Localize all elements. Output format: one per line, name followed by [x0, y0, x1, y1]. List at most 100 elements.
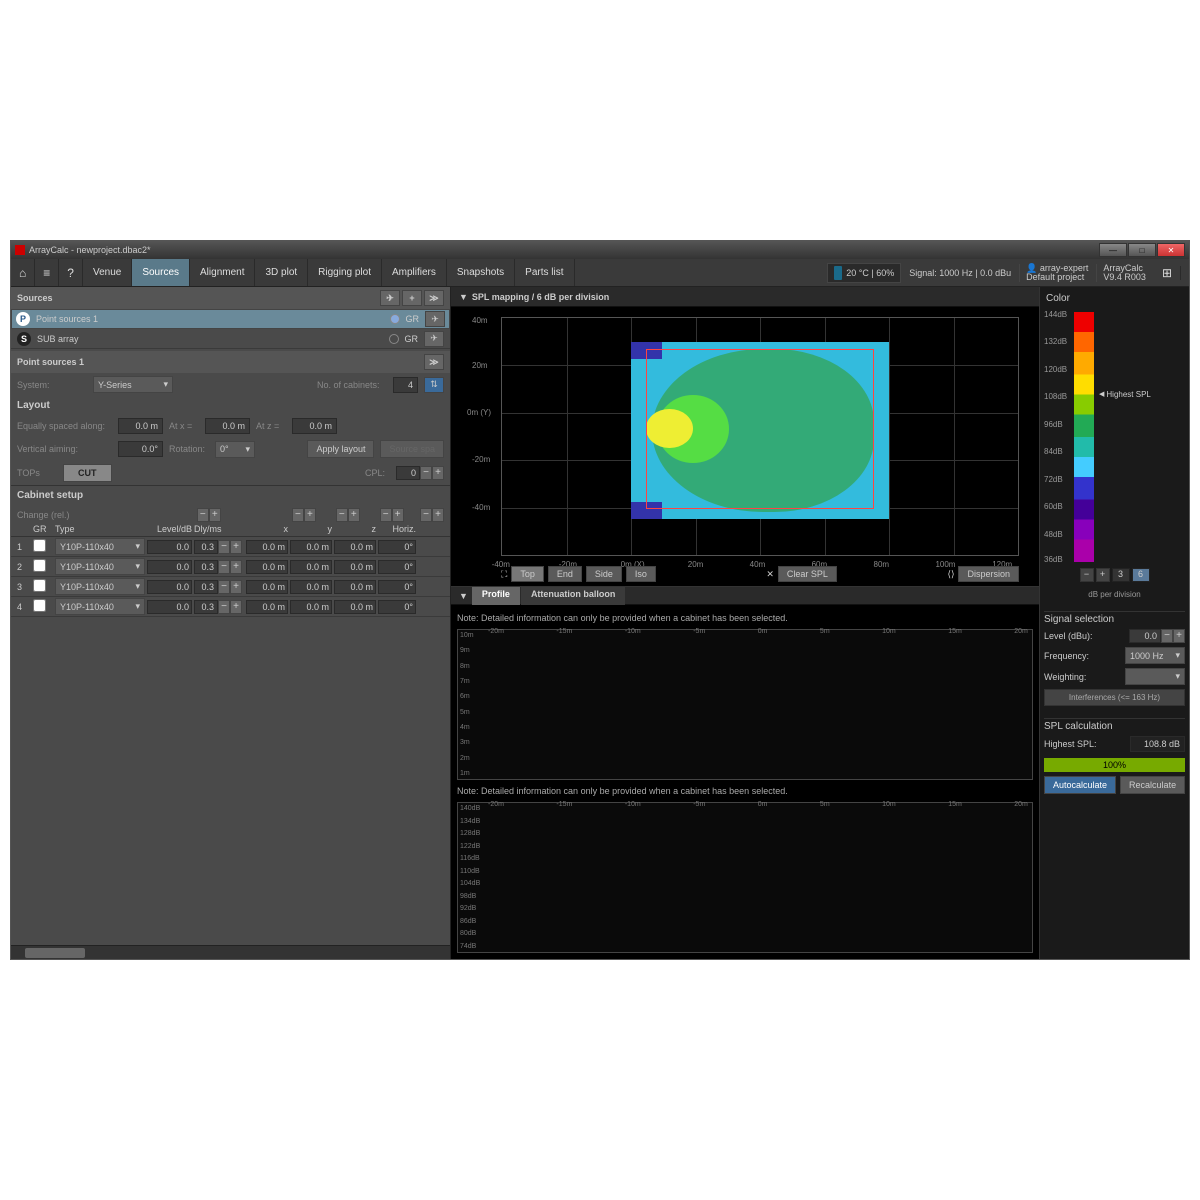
close-button[interactable]: ✕ — [1157, 243, 1185, 257]
atx-input[interactable]: 0.0 m — [205, 418, 250, 434]
tab-amplifiers[interactable]: Amplifiers — [382, 259, 447, 286]
tab-venue[interactable]: Venue — [83, 259, 132, 286]
mute-icon[interactable]: ✈ — [425, 311, 445, 327]
gr-indicator[interactable] — [389, 334, 399, 344]
hz-all-stepper[interactable]: −+ — [410, 508, 444, 522]
gr-checkbox[interactable] — [33, 559, 46, 572]
atz-input[interactable]: 0.0 m — [292, 418, 337, 434]
interferences-button[interactable]: Interferences (<= 163 Hz) — [1044, 689, 1185, 706]
delay-stepper[interactable]: 0.3−+ — [194, 560, 244, 574]
lvl-all-stepper[interactable]: −+ — [180, 508, 221, 522]
cabinets-adjust[interactable]: ⇅ — [424, 377, 444, 393]
view-top[interactable]: Top — [511, 566, 544, 582]
rot-select[interactable]: 0°▾ — [215, 441, 255, 458]
delay-stepper[interactable]: 0.3−+ — [194, 540, 244, 554]
div-6[interactable]: 6 — [1132, 568, 1150, 582]
y-input[interactable]: 0.0 m — [290, 600, 332, 614]
autocalc-button[interactable]: Autocalculate — [1044, 776, 1116, 794]
profile-chart-2[interactable]: 140dB134dB128dB122dB116dB110dB104dB98dB9… — [457, 802, 1033, 953]
level-input[interactable]: 0.0 — [147, 540, 192, 554]
div-plus[interactable]: + — [1096, 568, 1110, 582]
level-input[interactable]: 0.0 — [147, 600, 192, 614]
cabinet-row[interactable]: 1 Y10P-110x40▾ 0.0 0.3−+ 0.0 m 0.0 m 0.0… — [11, 537, 450, 557]
profile-chart-1[interactable]: 10m9m8m7m6m5m4m3m2m1m -20m-15m-10m-5m0m5… — [457, 629, 1033, 780]
z-all-stepper[interactable]: −+ — [366, 508, 404, 522]
cabinet-row[interactable]: 3 Y10P-110x40▾ 0.0 0.3−+ 0.0 m 0.0 m 0.0… — [11, 577, 450, 597]
z-input[interactable]: 0.0 m — [334, 560, 376, 574]
type-select[interactable]: Y10P-110x40▾ — [55, 578, 145, 595]
freq-select[interactable]: 1000 Hz▾ — [1125, 647, 1185, 664]
add-source-button[interactable]: + — [402, 290, 422, 306]
x-input[interactable]: 0.0 m — [246, 540, 288, 554]
cabinet-row[interactable]: 2 Y10P-110x40▾ 0.0 0.3−+ 0.0 m 0.0 m 0.0… — [11, 557, 450, 577]
horiz-input[interactable]: 0° — [378, 600, 416, 614]
y-input[interactable]: 0.0 m — [290, 540, 332, 554]
level-stepper[interactable]: 0.0−+ — [1129, 629, 1185, 643]
level-input[interactable]: 0.0 — [147, 560, 192, 574]
home-button[interactable]: ⌂ — [11, 259, 35, 286]
z-input[interactable]: 0.0 m — [334, 600, 376, 614]
y-input[interactable]: 0.0 m — [290, 580, 332, 594]
cabinets-input[interactable]: 4 — [393, 377, 418, 393]
tab-parts[interactable]: Parts list — [515, 259, 574, 286]
tab-alignment[interactable]: Alignment — [190, 259, 255, 286]
source-row-sub[interactable]: S SUB array GR ✈ — [11, 329, 450, 349]
x-input[interactable]: 0.0 m — [246, 560, 288, 574]
menu-button[interactable]: ≡ — [35, 259, 59, 286]
tab-rigging[interactable]: Rigging plot — [308, 259, 382, 286]
horiz-input[interactable]: 0° — [378, 560, 416, 574]
weighting-select[interactable]: ▾ — [1125, 668, 1185, 685]
view-end[interactable]: End — [548, 566, 582, 582]
source-spacing-button[interactable]: Source spa — [380, 440, 444, 458]
gr-checkbox[interactable] — [33, 599, 46, 612]
maximize-button[interactable]: □ — [1128, 243, 1156, 257]
horiz-input[interactable]: 0° — [378, 540, 416, 554]
recalc-button[interactable]: Recalculate — [1120, 776, 1185, 794]
view-iso[interactable]: Iso — [626, 566, 656, 582]
horiz-input[interactable]: 0° — [378, 580, 416, 594]
filter-icon[interactable]: ✈ — [380, 290, 400, 306]
system-select[interactable]: Y-Series▾ — [93, 376, 173, 393]
view-side[interactable]: Side — [586, 566, 622, 582]
type-select[interactable]: Y10P-110x40▾ — [55, 598, 145, 615]
div-minus[interactable]: − — [1080, 568, 1094, 582]
grid-icon[interactable]: ⊞ — [1154, 266, 1181, 280]
va-input[interactable]: 0.0° — [118, 441, 163, 457]
gr-indicator[interactable] — [390, 314, 400, 324]
gr-checkbox[interactable] — [33, 579, 46, 592]
eq-input[interactable]: 0.0 m — [118, 418, 163, 434]
level-input[interactable]: 0.0 — [147, 580, 192, 594]
delay-stepper[interactable]: 0.3−+ — [194, 580, 244, 594]
z-input[interactable]: 0.0 m — [334, 580, 376, 594]
y-input[interactable]: 0.0 m — [290, 560, 332, 574]
apply-layout-button[interactable]: Apply layout — [307, 440, 374, 458]
tab-attenuation[interactable]: Attenuation balloon — [521, 586, 626, 606]
expand-icon[interactable]: ≫ — [424, 290, 444, 306]
expand-icon[interactable]: ≫ — [424, 354, 444, 370]
help-button[interactable]: ? — [59, 259, 83, 286]
mute-icon[interactable]: ✈ — [424, 331, 444, 347]
source-row-point[interactable]: P Point sources 1 GR ✈ — [11, 309, 450, 329]
delay-stepper[interactable]: 0.3−+ — [194, 600, 244, 614]
div-3[interactable]: 3 — [1112, 568, 1130, 582]
gr-checkbox[interactable] — [33, 539, 46, 552]
x-input[interactable]: 0.0 m — [246, 580, 288, 594]
dispersion-button[interactable]: Dispersion — [958, 566, 1019, 582]
cut-button[interactable]: CUT — [63, 464, 112, 482]
minimize-button[interactable]: — — [1099, 243, 1127, 257]
tab-snapshots[interactable]: Snapshots — [447, 259, 515, 286]
tab-profile[interactable]: Profile — [472, 586, 520, 606]
cpl-stepper[interactable]: 0−+ — [396, 466, 444, 480]
environment-display[interactable]: 20 °C | 60% — [827, 263, 901, 283]
z-input[interactable]: 0.0 m — [334, 540, 376, 554]
cabinet-row[interactable]: 4 Y10P-110x40▾ 0.0 0.3−+ 0.0 m 0.0 m 0.0… — [11, 597, 450, 617]
view-expand-icon[interactable]: ⛶ — [501, 569, 507, 580]
x-input[interactable]: 0.0 m — [246, 600, 288, 614]
type-select[interactable]: Y10P-110x40▾ — [55, 558, 145, 575]
y-all-stepper[interactable]: −+ — [322, 508, 360, 522]
tab-3dplot[interactable]: 3D plot — [255, 259, 308, 286]
x-all-stepper[interactable]: −+ — [278, 508, 316, 522]
spl-map[interactable]: 40m 20m 0m (Y) -20m -40m -40m -20m 0m (X… — [451, 307, 1039, 587]
left-scrollbar[interactable] — [11, 945, 450, 959]
tab-sources[interactable]: Sources — [132, 259, 190, 286]
